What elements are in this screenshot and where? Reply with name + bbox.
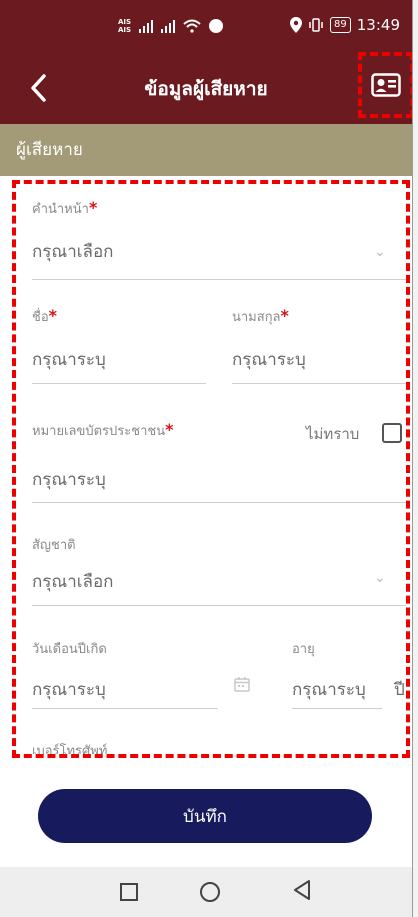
- last-name-input[interactable]: กรุณาระบุ: [232, 346, 306, 373]
- id-card-icon[interactable]: [371, 73, 401, 97]
- age-input[interactable]: กรุณาระบุ: [292, 676, 366, 703]
- status-left: AIS AIS: [118, 12, 224, 40]
- first-name-underline: [32, 383, 206, 384]
- last-name-label: นามสกุล*: [232, 306, 289, 327]
- birthdate-input[interactable]: กรุณาระบุ: [32, 676, 106, 703]
- first-name-input[interactable]: กรุณาระบุ: [32, 346, 106, 373]
- id-card-button-highlight: [358, 52, 412, 118]
- birthdate-label: วันเดือนปีเกิด: [32, 642, 107, 657]
- age-unit: ปี: [394, 680, 405, 700]
- nationality-underline: [32, 605, 406, 606]
- carrier-top: AIS: [118, 18, 132, 26]
- first-name-label: ชื่อ*: [32, 306, 57, 327]
- first-name-label-text: ชื่อ: [32, 310, 49, 325]
- unknown-label: ไม่ทราบ: [306, 425, 360, 443]
- required-mark: *: [280, 306, 289, 325]
- clock: 13:49: [356, 16, 400, 34]
- location-pin-icon: [290, 17, 303, 33]
- last-name-underline: [232, 383, 406, 384]
- phone-label: เบอร์โทรศัพท์: [32, 744, 108, 758]
- prefix-underline: [32, 279, 406, 280]
- id-number-input[interactable]: กรุณาระบุ: [32, 466, 106, 493]
- unknown-checkbox[interactable]: [382, 423, 402, 443]
- save-button[interactable]: บันทึก: [38, 789, 372, 843]
- prefix-label: คำนำหน้า*: [32, 198, 97, 219]
- required-mark: *: [88, 198, 98, 217]
- section-header: ผู้เสียหาย: [0, 124, 412, 176]
- recent-apps-icon[interactable]: [120, 883, 138, 901]
- vibrate-icon: [309, 18, 323, 32]
- signal-icon-2: [161, 19, 176, 33]
- chat-bubble-icon: [209, 19, 224, 33]
- status-right: 89 13:49: [290, 16, 400, 34]
- chevron-down-icon[interactable]: ⌄: [374, 570, 386, 586]
- last-name-label-text: นามสกุล: [232, 310, 281, 325]
- victim-form-highlight: คำนำหน้า* กรุณาเลือก ⌄ ชื่อ* กรุณาระบุ น…: [12, 180, 410, 758]
- carrier-bottom: AIS: [118, 26, 132, 34]
- signal-icon: [139, 19, 154, 33]
- required-mark: *: [165, 420, 174, 439]
- nationality-label: สัญชาติ: [32, 538, 76, 553]
- chevron-down-icon[interactable]: ⌄: [374, 244, 386, 260]
- home-icon[interactable]: [200, 882, 220, 902]
- id-number-underline: [32, 502, 406, 503]
- back-triangle-icon[interactable]: [292, 879, 312, 901]
- wifi-icon: [183, 19, 201, 33]
- battery-level: 89: [330, 17, 351, 33]
- nationality-select[interactable]: กรุณาเลือก: [32, 568, 113, 595]
- carrier-label: AIS AIS: [118, 18, 131, 34]
- prefix-label-text: คำนำหน้า: [32, 202, 89, 217]
- birthdate-underline: [32, 708, 218, 709]
- phone-screen: AIS AIS 89 13:49 ข้อมูลผู้เสียหาย ผู้เสี…: [0, 0, 413, 917]
- android-nav-bar: [0, 867, 412, 917]
- prefix-select[interactable]: กรุณาเลือก: [32, 238, 113, 265]
- id-number-label: หมายเลขบัตรประชาชน*: [32, 420, 173, 441]
- app-bar: ข้อมูลผู้เสียหาย: [0, 52, 412, 124]
- calendar-icon[interactable]: [234, 676, 250, 692]
- required-mark: *: [48, 306, 58, 325]
- status-bar: AIS AIS 89 13:49: [0, 0, 412, 52]
- page-title: ข้อมูลผู้เสียหาย: [144, 78, 268, 100]
- age-underline: [292, 708, 382, 709]
- age-label: อายุ: [292, 642, 315, 657]
- id-number-label-text: หมายเลขบัตรประชาชน: [32, 424, 166, 439]
